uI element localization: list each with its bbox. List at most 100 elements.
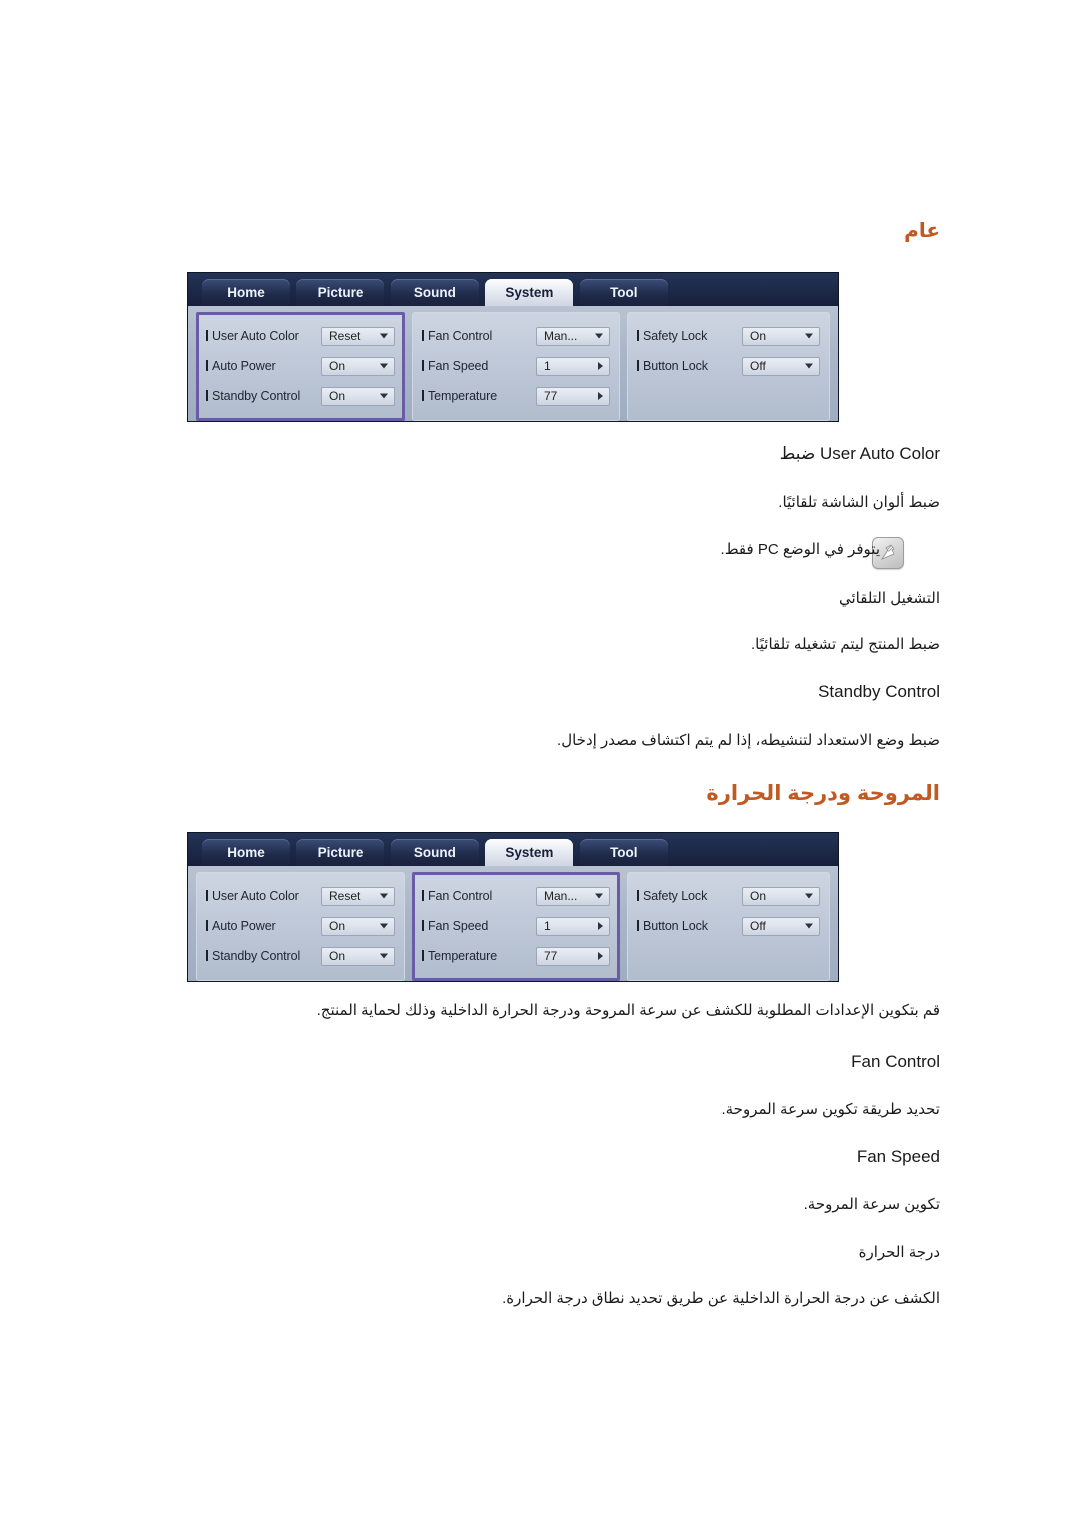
label-temperature: Temperature [422, 949, 536, 963]
general-item3-title: Standby Control [818, 682, 940, 701]
field-auto-power[interactable]: On [321, 356, 395, 376]
bullet-icon [206, 920, 208, 931]
fan-item3-description: الكشف عن درجة الحرارة الداخلية عن طريق ت… [502, 1290, 940, 1307]
row-temperature[interactable]: Temperature 77 [422, 941, 610, 971]
row-user-auto-color[interactable]: User Auto Color Reset [206, 321, 395, 351]
fan-item1-title: Fan Control [851, 1052, 940, 1071]
fan-item3-title: درجة الحرارة [858, 1244, 940, 1261]
field-temperature[interactable]: 77 [536, 946, 610, 966]
row-empty [637, 941, 820, 971]
field-button-lock[interactable]: Off [742, 356, 820, 376]
label-text: Auto Power [212, 359, 276, 373]
field-button-lock[interactable]: Off [742, 916, 820, 936]
fan-intro-paragraph: قم بتكوين الإعدادات المطلوبة للكشف عن سر… [316, 1002, 940, 1019]
field-temperature[interactable]: 77 [536, 386, 610, 406]
group-general-settings: User Auto Color Reset Auto Power On Stan… [196, 872, 405, 981]
field-value: Man... [544, 328, 578, 343]
row-auto-power[interactable]: Auto Power On [206, 911, 395, 941]
row-button-lock[interactable]: Button Lock Off [637, 911, 820, 941]
document-page: عام Home Picture Sound System Tool User … [0, 0, 1080, 1527]
label-text: User Auto Color [212, 329, 299, 343]
row-button-lock[interactable]: Button Lock Off [637, 351, 820, 381]
fan-item1-description: تحديد طريقة تكوين سرعة المروحة. [721, 1101, 940, 1118]
field-user-auto-color[interactable]: Reset [321, 326, 395, 346]
label-standby-control: Standby Control [206, 949, 321, 963]
chevron-right-icon [598, 952, 603, 960]
label-user-auto-color: User Auto Color [206, 329, 321, 343]
bullet-icon [206, 890, 208, 901]
row-fan-control[interactable]: Fan Control Man... [422, 321, 610, 351]
row-auto-power[interactable]: Auto Power On [206, 351, 395, 381]
field-value: Off [750, 358, 766, 373]
label-temperature: Temperature [422, 389, 536, 403]
row-safety-lock[interactable]: Safety Lock On [637, 881, 820, 911]
field-standby-control[interactable]: On [321, 946, 395, 966]
general-item3-description: ضبط وضع الاستعداد لتنشيطه، إذا لم يتم اك… [557, 732, 940, 749]
field-standby-control[interactable]: On [321, 386, 395, 406]
field-value: Reset [329, 328, 361, 343]
general-item1-title: ضبط User Auto Color [779, 444, 940, 463]
chevron-right-icon [598, 392, 603, 400]
bullet-icon [637, 330, 639, 341]
tab-picture[interactable]: Picture [296, 279, 385, 306]
tab-sound[interactable]: Sound [390, 839, 479, 866]
label-text: Button Lock [643, 919, 708, 933]
label-text: Fan Control [428, 329, 493, 343]
bullet-icon [422, 360, 424, 371]
fan-item2-title: Fan Speed [856, 1147, 940, 1166]
tab-tool[interactable]: Tool [579, 839, 668, 866]
field-value: Off [750, 918, 766, 933]
row-temperature[interactable]: Temperature 77 [422, 381, 610, 411]
chevron-right-icon [598, 362, 603, 370]
row-user-auto-color[interactable]: User Auto Color Reset [206, 881, 395, 911]
field-fan-control[interactable]: Man... [536, 326, 610, 346]
field-fan-control[interactable]: Man... [536, 886, 610, 906]
osd-panel-general: Home Picture Sound System Tool User Auto… [188, 273, 838, 421]
osd-content: User Auto Color Reset Auto Power On Stan… [188, 866, 838, 981]
label-user-auto-color: User Auto Color [206, 889, 321, 903]
row-standby-control[interactable]: Standby Control On [206, 941, 395, 971]
label-text: Temperature [428, 949, 498, 963]
field-value: On [329, 358, 346, 373]
osd-content: User Auto Color Reset Auto Power On Stan… [188, 306, 838, 421]
tab-home[interactable]: Home [202, 839, 290, 866]
label-auto-power: Auto Power [206, 919, 321, 933]
general-item1-description: ضبط ألوان الشاشة تلقائيًا. [778, 494, 940, 511]
label-text: Fan Control [428, 889, 493, 903]
tab-picture[interactable]: Picture [296, 839, 385, 866]
row-fan-speed[interactable]: Fan Speed 1 [422, 911, 610, 941]
chevron-down-icon [595, 333, 603, 339]
tab-system[interactable]: System [485, 839, 574, 866]
tab-sound[interactable]: Sound [390, 279, 479, 306]
field-value: 1 [544, 358, 551, 373]
field-user-auto-color[interactable]: Reset [321, 886, 395, 906]
chevron-down-icon [805, 363, 813, 369]
field-fan-speed[interactable]: 1 [536, 356, 610, 376]
row-fan-control[interactable]: Fan Control Man... [422, 881, 610, 911]
group-fan-settings: Fan Control Man... Fan Speed 1 Temperatu… [412, 872, 620, 981]
row-standby-control[interactable]: Standby Control On [206, 381, 395, 411]
group-lock-settings: Safety Lock On Button Lock Off [627, 312, 830, 421]
field-value: Man... [544, 888, 578, 903]
bullet-icon [422, 390, 424, 401]
label-text: Auto Power [212, 919, 276, 933]
general-item2-description: ضبط المنتج ليتم تشغيله تلقائيًا. [751, 636, 940, 653]
field-fan-speed[interactable]: 1 [536, 916, 610, 936]
field-safety-lock[interactable]: On [742, 886, 820, 906]
bullet-icon [422, 950, 424, 961]
general-item2-title: التشغيل التلقائي [838, 590, 940, 607]
label-text: Temperature [428, 389, 498, 403]
field-safety-lock[interactable]: On [742, 326, 820, 346]
bullet-icon [206, 950, 208, 961]
label-standby-control: Standby Control [206, 389, 321, 403]
field-auto-power[interactable]: On [321, 916, 395, 936]
tab-tool[interactable]: Tool [579, 279, 668, 306]
bullet-icon [637, 890, 639, 901]
row-safety-lock[interactable]: Safety Lock On [637, 321, 820, 351]
tab-home[interactable]: Home [202, 279, 290, 306]
group-lock-settings: Safety Lock On Button Lock Off [627, 872, 830, 981]
row-fan-speed[interactable]: Fan Speed 1 [422, 351, 610, 381]
bullet-icon [206, 360, 208, 371]
chevron-down-icon [805, 333, 813, 339]
tab-system[interactable]: System [485, 279, 574, 306]
